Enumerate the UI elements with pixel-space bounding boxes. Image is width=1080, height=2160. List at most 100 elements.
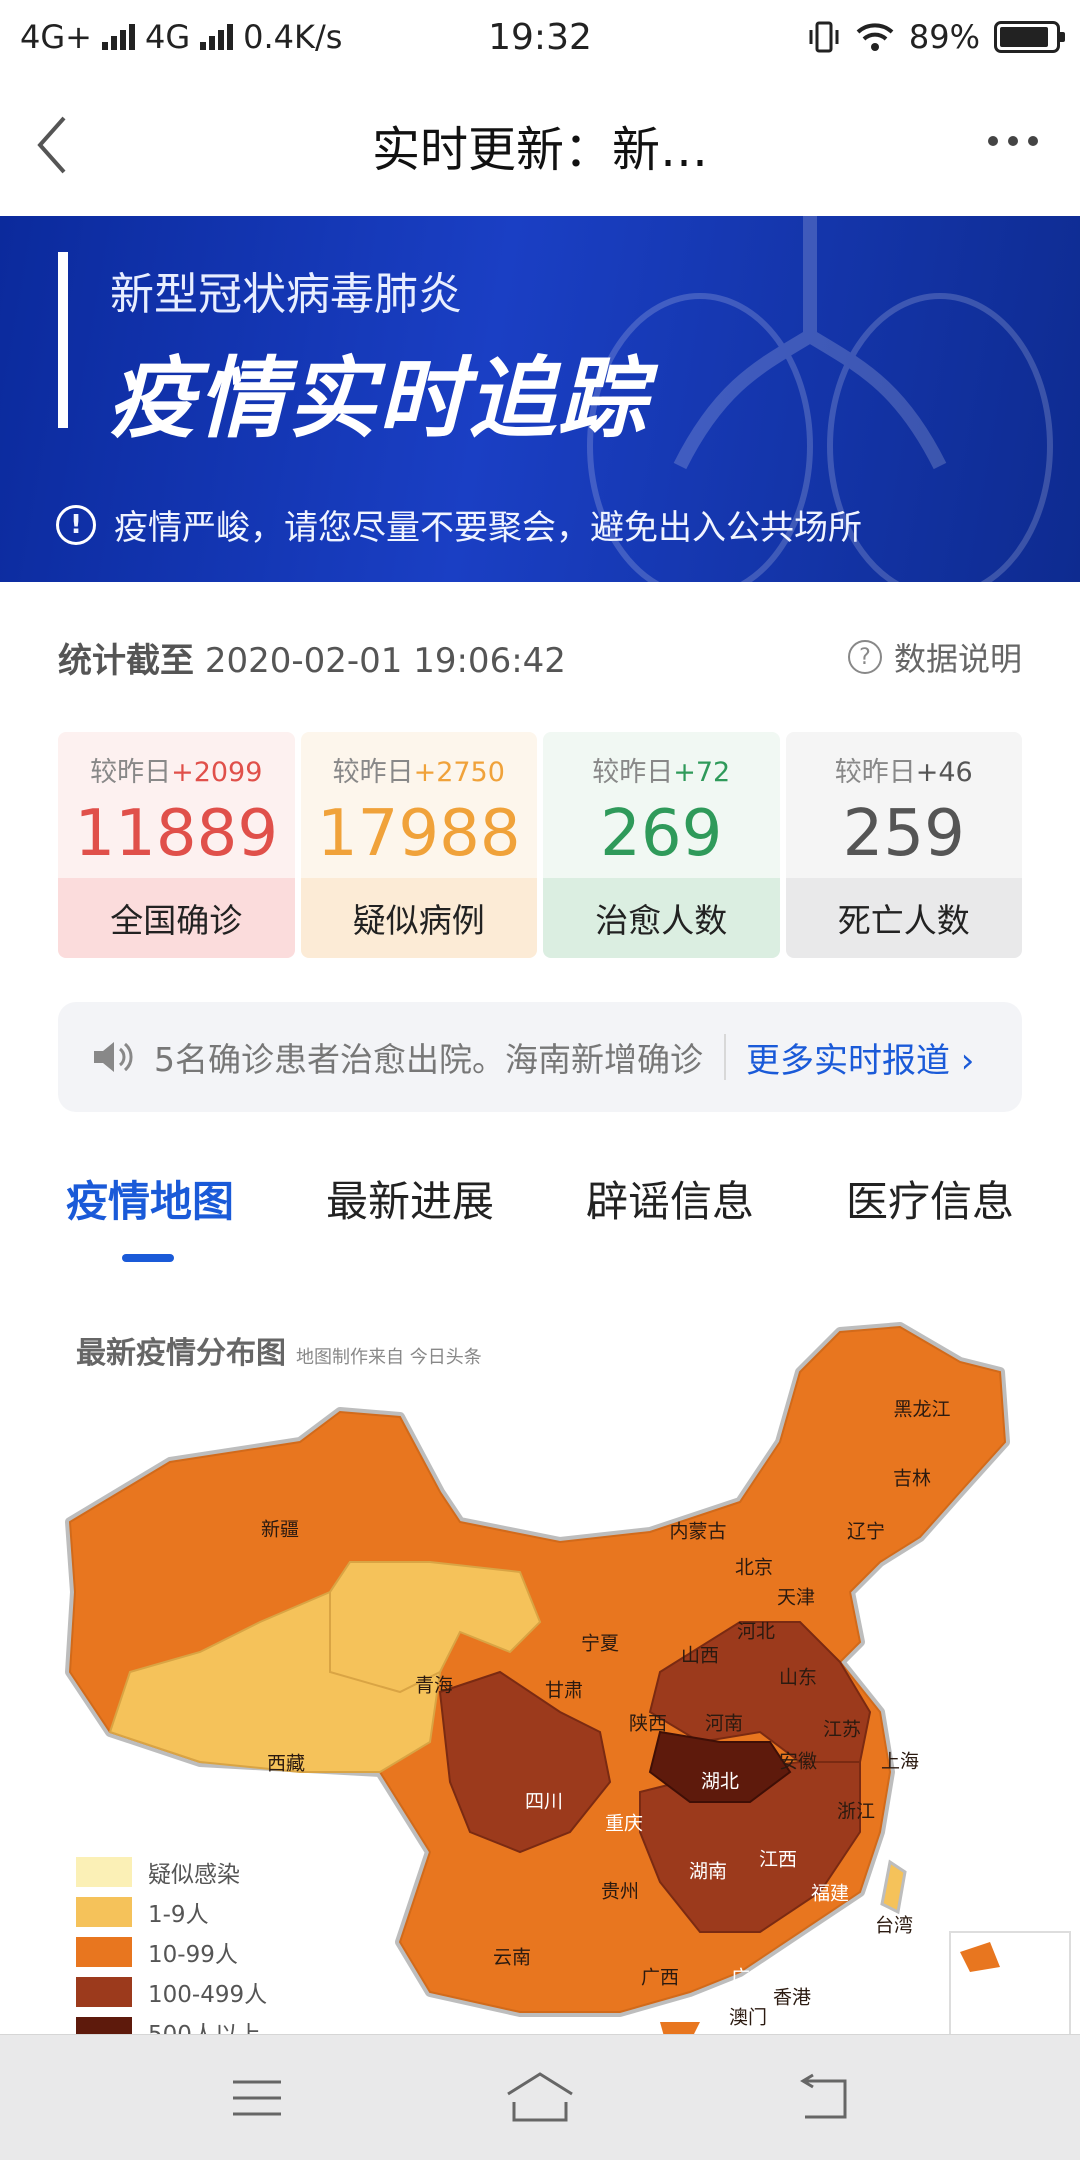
province-label: 广西	[640, 1966, 680, 1989]
legend-swatch	[76, 1897, 132, 1927]
speaker-icon	[94, 1042, 133, 1072]
province-label: 云南	[492, 1946, 532, 1969]
epidemic-map[interactable]: 最新疫情分布图 地图制作来自 今日头条 黑龙江 吉林 辽宁 内蒙古 北京 天津 河…	[0, 1292, 1080, 2102]
signal-icon-2	[200, 24, 234, 50]
province-label: 安徽	[778, 1750, 818, 1773]
stat-card: 较昨日+2750 17988 疑似病例	[300, 732, 537, 958]
province-label: 贵州	[600, 1880, 640, 1903]
province-label: 青海	[414, 1674, 454, 1697]
stat-value: 11889	[74, 797, 279, 871]
tab-rumor-info[interactable]: 辟谣信息	[540, 1138, 800, 1278]
province-label: 湖北	[700, 1770, 740, 1793]
province-label: 新疆	[260, 1518, 300, 1541]
province-label: 福建	[810, 1882, 850, 1905]
legend-label: 100-499人	[148, 1982, 268, 2008]
banner-notice: ! 疫情严峻，请您尽量不要聚会，避免出入公共场所	[56, 500, 862, 549]
province-label: 山西	[680, 1644, 720, 1667]
nav-bar: 实时更新：新…	[0, 74, 1080, 216]
news-ticker[interactable]: 5名确诊患者治愈出院。海南新增确诊 更多实时报道 ›	[58, 1002, 1022, 1112]
banner-title: 疫情实时追踪	[108, 347, 649, 450]
question-icon: ?	[847, 640, 882, 674]
province-label: 北京	[734, 1556, 774, 1579]
banner-subtitle: 新型冠状病毒肺炎	[110, 269, 462, 320]
stat-delta: 较昨日+72	[592, 757, 731, 788]
stat-delta: 较昨日+2099	[90, 757, 263, 788]
province-label: 辽宁	[846, 1520, 886, 1543]
tab-latest-progress[interactable]: 最新进展	[280, 1138, 540, 1278]
stats-header: 统计截至 2020-02-01 19:06:42 ? 数据说明	[0, 582, 1080, 732]
province-label: 浙江	[836, 1800, 876, 1823]
stat-label: 疑似病例	[300, 878, 537, 958]
data-explanation-label: 数据说明	[893, 640, 1022, 678]
ticker-divider	[724, 1034, 726, 1080]
province-label: 甘肃	[544, 1679, 584, 1702]
province-label: 陕西	[628, 1712, 668, 1735]
legend-label: 10-99人	[148, 1942, 238, 1968]
network-type-2: 4G	[144, 18, 191, 56]
stat-card-top: 较昨日+2750 17988	[300, 732, 537, 878]
province-label: 香港	[772, 1986, 812, 2009]
stat-card-top: 较昨日+2099 11889	[58, 732, 295, 878]
stat-card-top: 较昨日+46 259	[785, 732, 1022, 878]
stats-date-value: 2020-02-01 19:06:42	[204, 640, 566, 681]
legend-swatch	[76, 1937, 132, 1967]
legend-item: 1-9人	[76, 1892, 267, 1932]
stat-value: 269	[600, 797, 723, 871]
notice-text: 疫情严峻，请您尽量不要聚会，避免出入公共场所	[114, 508, 862, 548]
legend-label: 疑似感染	[148, 1862, 240, 1888]
home-icon[interactable]	[502, 2068, 578, 2128]
network-speed: 0.4K/s	[243, 18, 343, 56]
tab-bar: 疫情地图 最新进展 辟谣信息 医疗信息	[0, 1138, 1080, 1278]
stat-card-top: 较昨日+72 269	[543, 732, 780, 878]
more-reports-link[interactable]: 更多实时报道 ›	[746, 1033, 974, 1082]
province-label: 台湾	[874, 1914, 914, 1937]
map-title: 最新疫情分布图 地图制作来自 今日头条	[76, 1336, 482, 1371]
menu-icon[interactable]	[229, 2076, 285, 2120]
signal-icon	[101, 24, 135, 50]
legend-swatch	[76, 1977, 132, 2007]
province-label: 吉林	[892, 1467, 932, 1490]
hero-banner: 新型冠状病毒肺炎 疫情实时追踪 ! 疫情严峻，请您尽量不要聚会，避免出入公共场所	[0, 216, 1080, 582]
legend-item: 100-499人	[76, 1972, 267, 2012]
return-icon[interactable]	[795, 2073, 851, 2123]
province-label: 山东	[778, 1666, 818, 1689]
ticker-text: 5名确诊患者治愈出院。海南新增确诊	[154, 1040, 703, 1079]
province-label: 重庆	[604, 1812, 644, 1835]
status-bar: 4G+ 4G 0.4K/s 19:32 89%	[0, 0, 1080, 74]
battery-icon	[994, 21, 1065, 53]
stats-timestamp: 统计截至 2020-02-01 19:06:42	[58, 633, 566, 682]
province-label: 西藏	[266, 1752, 306, 1775]
stat-delta: 较昨日+2750	[332, 757, 505, 788]
province-label: 河北	[736, 1620, 776, 1643]
data-explanation-link[interactable]: ? 数据说明	[847, 634, 1022, 680]
vibrate-icon	[809, 21, 839, 53]
legend-item: 10-99人	[76, 1932, 267, 1972]
battery-percent: 89%	[908, 18, 980, 56]
map-source: 地图制作来自 今日头条	[296, 1347, 482, 1368]
province-label: 江西	[758, 1848, 798, 1871]
back-icon[interactable]	[28, 110, 88, 180]
stat-delta-value: +72	[673, 757, 731, 788]
tab-medical-info[interactable]: 医疗信息	[800, 1138, 1060, 1278]
stat-card: 较昨日+46 259 死亡人数	[785, 732, 1022, 958]
province-label: 澳门	[728, 2006, 768, 2029]
legend-item: 疑似感染	[76, 1852, 267, 1892]
more-icon[interactable]	[988, 136, 1038, 146]
stat-delta-value: +46	[915, 757, 973, 788]
map-legend: 疑似感染1-9人10-99人100-499人500人以上	[76, 1852, 267, 2052]
network-type-1: 4G+	[20, 18, 92, 56]
alert-icon: !	[56, 504, 96, 545]
stat-cards: 较昨日+2099 11889 全国确诊 较昨日+2750 17988 疑似病例 较昨日+72…	[0, 732, 1080, 958]
stat-value: 259	[842, 797, 965, 871]
stat-value: 17988	[316, 797, 521, 871]
stats-date-label: 统计截至	[58, 640, 194, 681]
stat-label: 全国确诊	[58, 878, 295, 958]
province-label: 内蒙古	[669, 1520, 727, 1543]
province-label: 江苏	[822, 1718, 862, 1741]
province-label: 上海	[880, 1750, 920, 1773]
province-label: 天津	[776, 1586, 816, 1609]
stat-delta-value: +2099	[171, 757, 263, 788]
tab-indicator	[122, 1254, 174, 1262]
province-label: 黑龙江	[893, 1398, 951, 1421]
stat-label: 死亡人数	[785, 878, 1022, 958]
